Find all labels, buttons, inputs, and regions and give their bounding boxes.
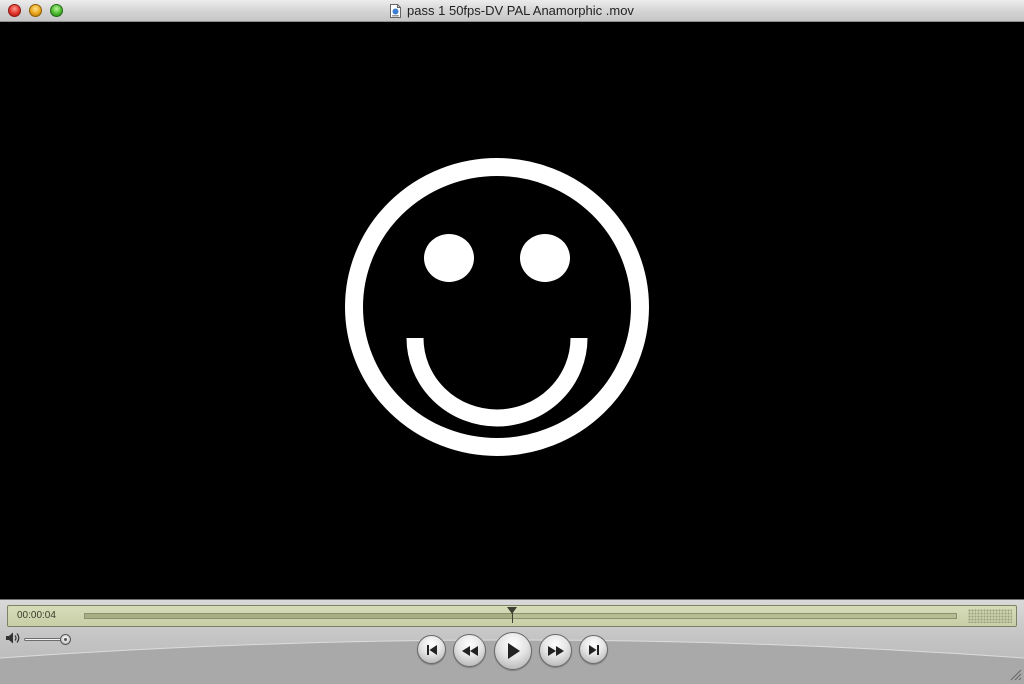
volume-slider-knob[interactable]: [60, 634, 71, 645]
fast-forward-button[interactable]: [539, 634, 572, 667]
lcd-display: 00:00:04: [7, 605, 1017, 627]
playhead-line: [511, 613, 513, 623]
fast-forward-icon: [547, 645, 564, 656]
title-bar[interactable]: pass 1 50fps-DV PAL Anamorphic .mov: [0, 0, 1024, 22]
smiley-mouth: [406, 337, 588, 427]
window-title: pass 1 50fps-DV PAL Anamorphic .mov: [0, 2, 1024, 20]
smiley-right-eye: [520, 234, 570, 282]
video-area[interactable]: [0, 22, 1024, 599]
movie-controller: 00:00:04: [0, 599, 1024, 684]
quicktime-window: pass 1 50fps-DV PAL Anamorphic .mov 00:0…: [0, 0, 1024, 684]
rewind-button[interactable]: [453, 634, 486, 667]
timecode-display[interactable]: 00:00:04: [17, 610, 56, 621]
scrubber-played-region: [85, 614, 513, 618]
lcd-grip: [968, 609, 1012, 623]
go-to-end-button[interactable]: [579, 635, 608, 664]
window-title-text: pass 1 50fps-DV PAL Anamorphic .mov: [407, 3, 634, 18]
play-button[interactable]: [494, 632, 532, 670]
smiley-face-image: [345, 158, 649, 456]
skip-to-end-icon: [588, 644, 599, 655]
smiley-outline: [345, 158, 649, 456]
play-icon: [508, 643, 520, 659]
speaker-icon[interactable]: [5, 631, 21, 645]
smiley-left-eye: [424, 234, 474, 282]
movie-document-icon: [390, 4, 402, 18]
go-to-start-button[interactable]: [417, 635, 446, 664]
scrubber-track[interactable]: [84, 613, 957, 619]
skip-to-start-icon: [426, 644, 437, 655]
rewind-icon: [461, 645, 478, 656]
resize-grip-icon[interactable]: [1008, 667, 1022, 681]
